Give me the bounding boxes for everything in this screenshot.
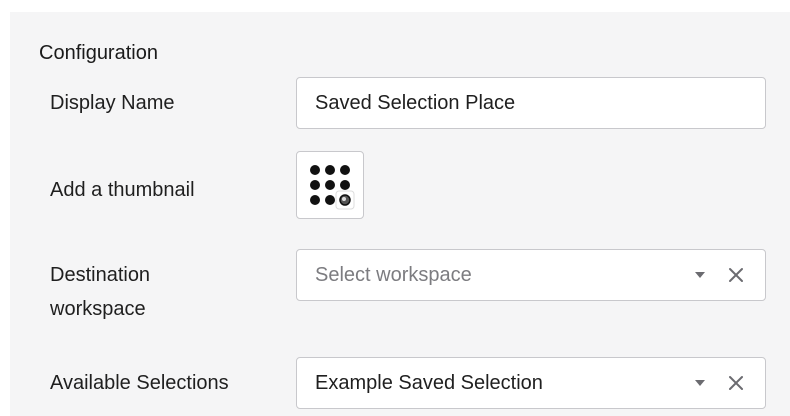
display-name-input[interactable]: Saved Selection Place [296,77,766,129]
close-icon[interactable] [723,262,749,288]
available-selections-label: Available Selections [50,372,229,394]
chevron-down-icon[interactable] [695,380,705,386]
display-name-label: Display Name [50,92,175,114]
grid-dots-icon [310,165,355,210]
configuration-panel: Configuration Display Name Saved Selecti… [10,12,790,416]
available-selections-value: Example Saved Selection [315,371,543,394]
section-title: Configuration [39,42,158,64]
thumbnail-label: Add a thumbnail [50,179,195,201]
chevron-down-icon[interactable] [695,272,705,278]
available-selections-select[interactable]: Example Saved Selection [296,357,766,409]
destination-label-line2: workspace [50,298,146,320]
destination-workspace-select[interactable]: Select workspace [296,249,766,301]
destination-label: Destination workspace [50,258,150,326]
destination-placeholder: Select workspace [315,263,472,286]
display-name-value: Saved Selection Place [315,91,516,114]
thumbnail-picker[interactable] [296,151,364,219]
destination-label-line1: Destination [50,264,151,286]
close-icon[interactable] [723,370,749,396]
